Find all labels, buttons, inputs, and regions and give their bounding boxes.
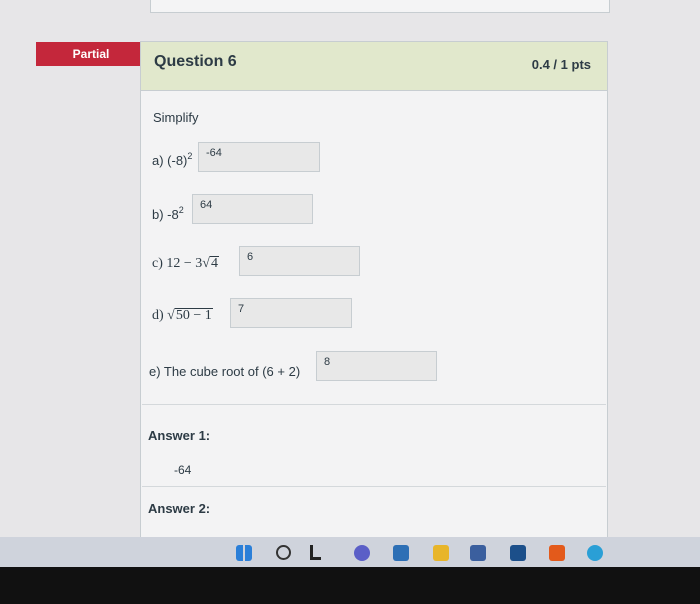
question-card: Question 6 0.4 / 1 pts Simplify a) (-8)2… — [140, 41, 608, 541]
item-c-label: c) 12 − 3√4 — [152, 256, 219, 272]
mail-icon[interactable] — [510, 545, 526, 561]
search-icon[interactable] — [276, 545, 291, 560]
item-b-label: b) -82 — [152, 205, 184, 222]
office-icon[interactable] — [549, 545, 565, 561]
answer-1-label: Answer 1: — [148, 428, 211, 443]
app-icon[interactable] — [393, 545, 409, 561]
answer-1-value: -64 — [174, 463, 192, 477]
chat-icon[interactable] — [354, 545, 370, 561]
question-points: 0.4 / 1 pts — [531, 57, 591, 72]
radical-icon: √ — [167, 308, 175, 323]
answer-2-label: Answer 2: — [148, 501, 211, 516]
answer-input-a[interactable]: -64 — [198, 142, 320, 172]
divider — [142, 486, 606, 487]
file-explorer-icon[interactable] — [433, 545, 449, 561]
item-a-exponent: 2 — [187, 151, 193, 161]
question-header: Question 6 0.4 / 1 pts — [141, 42, 607, 91]
screen-bezel — [0, 567, 700, 604]
item-d-label: d) √50 − 1 — [152, 308, 213, 324]
answer-input-c[interactable]: 6 — [239, 246, 360, 276]
previous-question-card — [150, 0, 610, 13]
answer-input-d[interactable]: 7 — [230, 298, 352, 328]
item-b-exponent: 2 — [178, 205, 184, 215]
edge-icon[interactable] — [587, 545, 603, 561]
item-d-radicand: 50 − 1 — [174, 308, 213, 323]
item-d-text: d) — [152, 308, 168, 323]
store-icon[interactable] — [470, 545, 486, 561]
divider — [142, 404, 606, 405]
radical-icon: √ — [202, 256, 210, 271]
item-c-radicand: 4 — [209, 256, 219, 271]
item-e-label: e) The cube root of (6 + 2) — [149, 364, 301, 379]
partial-grade-tag: Partial — [36, 42, 146, 66]
question-prompt: Simplify — [153, 110, 199, 125]
windows-start-icon[interactable] — [236, 545, 252, 561]
item-c-text: c) 12 − 3 — [152, 256, 203, 271]
item-b-text: b) -8 — [152, 207, 179, 222]
answer-input-b[interactable]: 64 — [192, 194, 313, 224]
item-a-text: a) (-8) — [152, 153, 188, 168]
windows-taskbar — [0, 537, 700, 567]
question-title: Question 6 — [154, 53, 237, 70]
answer-input-e[interactable]: 8 — [316, 351, 437, 381]
item-a-label: a) (-8)2 — [152, 151, 192, 168]
task-view-icon[interactable] — [310, 545, 321, 560]
